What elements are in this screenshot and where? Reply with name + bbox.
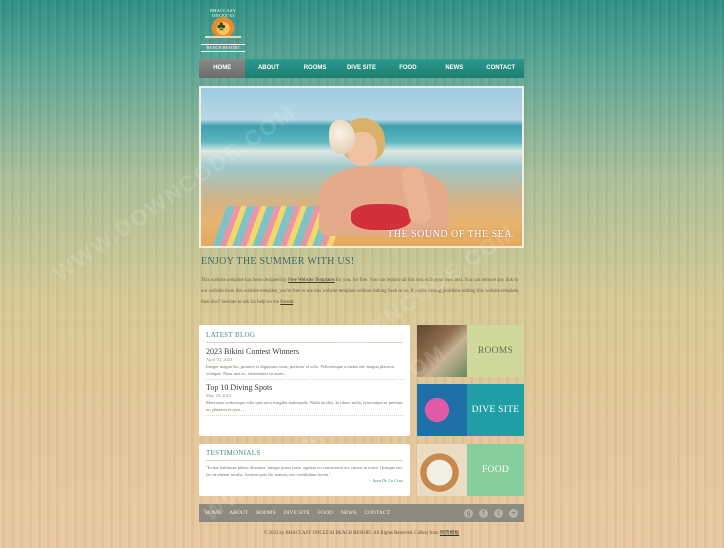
hero-bikini-image bbox=[351, 204, 411, 230]
hero-caption: THE SOUND OF THE SEA bbox=[387, 229, 512, 240]
food-thumbnail bbox=[417, 444, 467, 496]
google-icon[interactable]: + bbox=[509, 508, 518, 518]
blog-post: 2023 Bikini Contest Winners April 02, 20… bbox=[206, 347, 403, 380]
blog-title: LATEST BLOG bbox=[206, 331, 403, 343]
rooms-feature-tile[interactable]: ROOMS bbox=[417, 325, 524, 377]
logo-divider bbox=[205, 36, 241, 38]
googleplus-icon[interactable]: g bbox=[464, 508, 473, 518]
social-icons: g f t + bbox=[464, 508, 518, 518]
palm-tree-icon: ♣ bbox=[217, 18, 226, 33]
facebook-icon[interactable]: f bbox=[479, 508, 488, 518]
twitter-icon[interactable]: t bbox=[494, 508, 503, 518]
page-container: BHACCASY ONCEZ'AI ♣ BEACH RESORT HOME AB… bbox=[199, 0, 524, 548]
nav-rooms[interactable]: ROOMS bbox=[292, 59, 338, 78]
welcome-text-3: . bbox=[293, 299, 295, 305]
footer-bar: HOME ABOUT ROOMS DIVE SITE FOOD NEWS CON… bbox=[199, 504, 524, 522]
dive-site-feature-tile[interactable]: DIVE SITE bbox=[417, 384, 524, 436]
copyright-text: © 2023 by BHACCASY ONCEZ'AI BEACH RESORT… bbox=[199, 529, 524, 536]
resort-logo[interactable]: BHACCASY ONCEZ'AI ♣ BEACH RESORT bbox=[199, 8, 247, 54]
footer-link-rooms[interactable]: ROOMS bbox=[256, 510, 276, 516]
welcome-title: ENJOY THE SUMMER WITH US! bbox=[201, 256, 355, 267]
seashell-image bbox=[329, 120, 355, 154]
copyright-link[interactable]: 网页模板 bbox=[440, 531, 459, 536]
nav-contact[interactable]: CONTACT bbox=[478, 59, 524, 78]
latest-blog-box: LATEST BLOG 2023 Bikini Contest Winners … bbox=[199, 325, 410, 436]
rooms-thumbnail bbox=[417, 325, 467, 377]
testimonials-box: TESTIMONIALS "In hac habitasse platea di… bbox=[199, 444, 410, 496]
dive-site-feature-label: DIVE SITE bbox=[471, 404, 520, 415]
footer-link-contact[interactable]: CONTACT bbox=[364, 510, 390, 516]
nav-news[interactable]: NEWS bbox=[431, 59, 477, 78]
footer-link-home[interactable]: HOME bbox=[205, 510, 221, 516]
nav-food[interactable]: FOOD bbox=[385, 59, 431, 78]
testimonial-quote: "In hac habitasse platea dictumst. Integ… bbox=[206, 465, 403, 477]
food-feature-tile[interactable]: FOOD bbox=[417, 444, 524, 496]
footer-link-food[interactable]: FOOD bbox=[318, 510, 333, 516]
testimonial-author[interactable]: - Juan De La Cruz bbox=[206, 478, 404, 483]
forum-link[interactable]: Forum bbox=[280, 300, 293, 305]
nav-about[interactable]: ABOUT bbox=[245, 59, 291, 78]
rooms-feature-label: ROOMS bbox=[477, 345, 514, 356]
copyright-main: © 2023 by BHACCASY ONCEZ'AI BEACH RESORT… bbox=[263, 531, 440, 536]
welcome-text-1: This website template has been designed … bbox=[201, 278, 289, 283]
nav-home[interactable]: HOME bbox=[199, 59, 246, 78]
blog-post-excerpt: Maecenas scelerisque odio quis arcu frin… bbox=[206, 399, 403, 416]
dive-site-thumbnail bbox=[417, 384, 467, 436]
hero-banner: THE SOUND OF THE SEA bbox=[199, 86, 524, 248]
welcome-text: This website template has been designed … bbox=[201, 276, 523, 308]
blog-post-title[interactable]: 2023 Bikini Contest Winners bbox=[206, 347, 403, 357]
blog-post: Top 10 Diving Spots May 29, 2023 Maecena… bbox=[206, 383, 403, 416]
logo-subtitle: BEACH RESORT bbox=[201, 44, 245, 52]
free-templates-link[interactable]: Free Website Templates bbox=[288, 278, 335, 283]
main-nav: HOME ABOUT ROOMS DIVE SITE FOOD NEWS CON… bbox=[199, 59, 524, 78]
food-feature-label: FOOD bbox=[481, 464, 510, 475]
footer-link-news[interactable]: NEWS bbox=[341, 510, 357, 516]
testimonials-title: TESTIMONIALS bbox=[206, 449, 403, 461]
footer-link-dive-site[interactable]: DIVE SITE bbox=[284, 510, 310, 516]
blog-post-excerpt: Integer magna leo, posuere et dignissim … bbox=[206, 363, 403, 380]
footer-link-about[interactable]: ABOUT bbox=[229, 510, 248, 516]
nav-dive-site[interactable]: DIVE SITE bbox=[338, 59, 384, 78]
blog-post-title[interactable]: Top 10 Diving Spots bbox=[206, 383, 403, 393]
